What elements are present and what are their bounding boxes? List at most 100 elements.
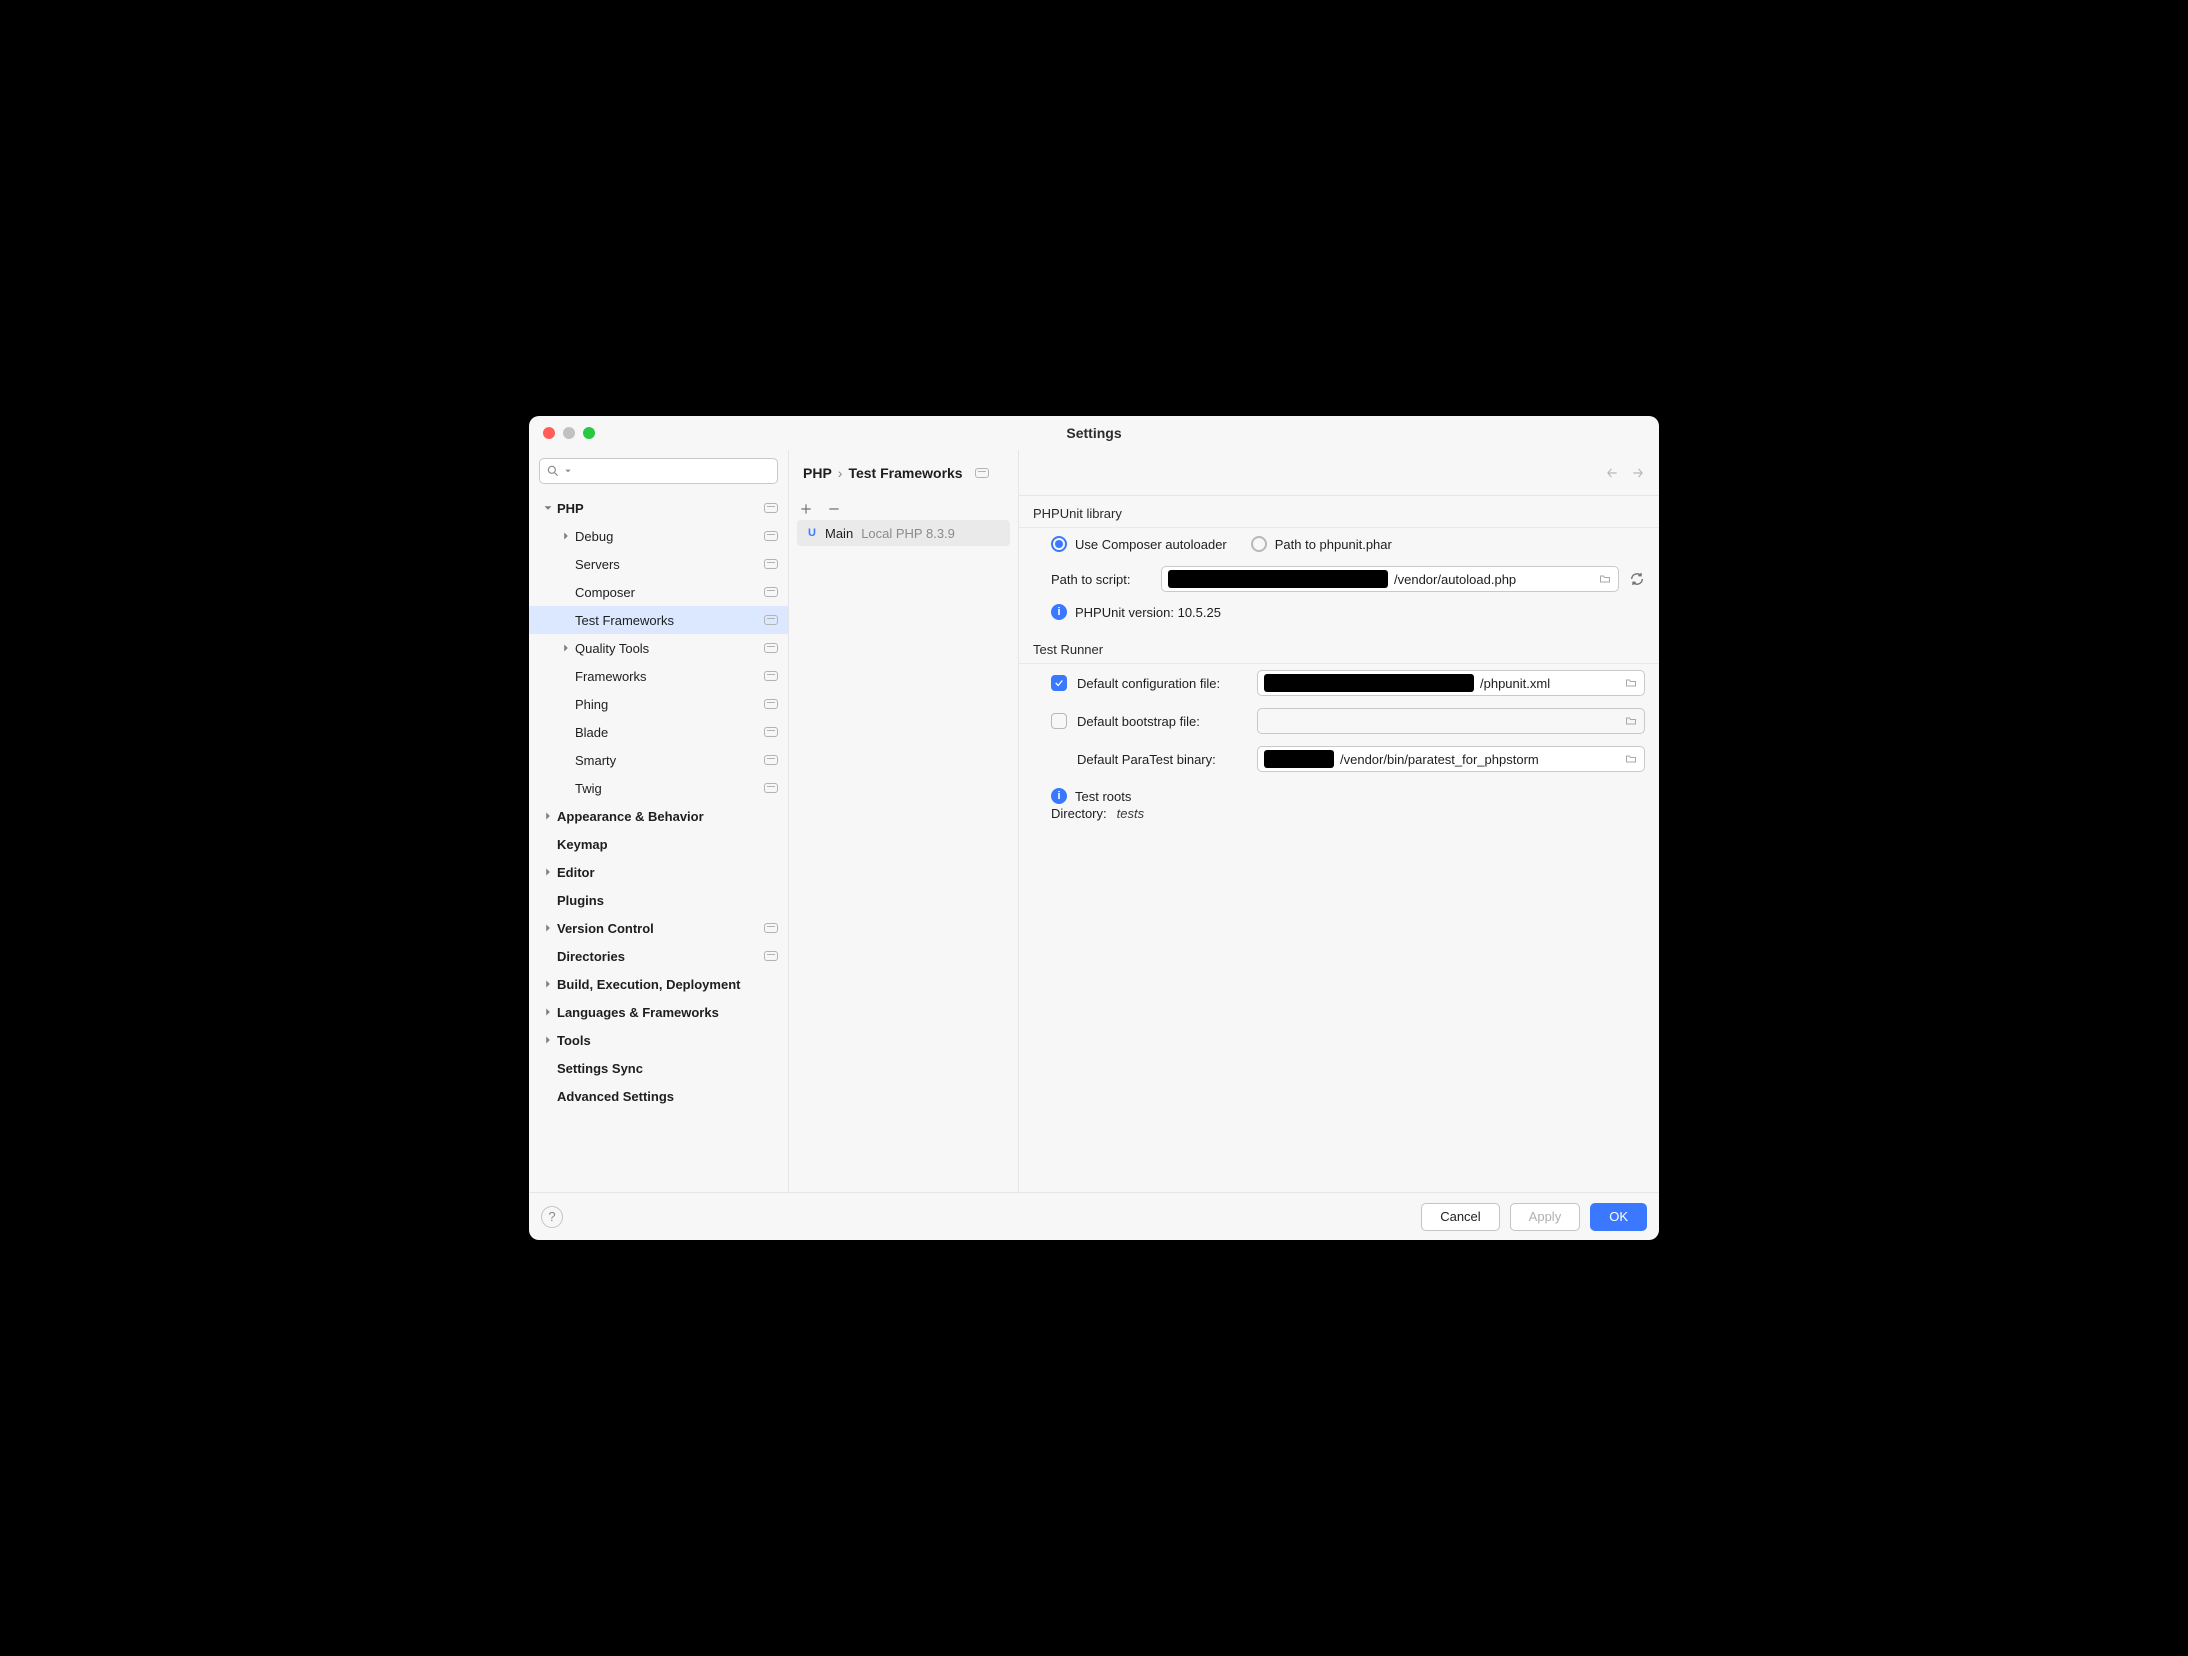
radio-composer-label: Use Composer autoloader <box>1075 537 1227 552</box>
project-badge-icon <box>764 951 778 961</box>
phpunit-icon: U <box>805 526 819 540</box>
add-icon[interactable] <box>799 502 813 516</box>
dialog-footer: ? Cancel Apply OK <box>529 1192 1659 1240</box>
window-title: Settings <box>529 425 1659 441</box>
default-bootstrap-input[interactable] <box>1257 708 1645 734</box>
sidebar-item-composer[interactable]: Composer <box>529 578 788 606</box>
project-badge-icon <box>764 923 778 933</box>
sidebar-item-label: Plugins <box>557 893 778 908</box>
settings-window: Settings PHP DebugServersComposer Test Fra… <box>529 416 1659 1240</box>
chevron-down-icon <box>541 501 555 515</box>
framework-list-item[interactable]: U Main Local PHP 8.3.9 <box>797 520 1010 546</box>
test-roots-dir-label: Directory: <box>1051 806 1107 821</box>
sidebar-item-php[interactable]: PHP <box>529 494 788 522</box>
framework-list: U Main Local PHP 8.3.9 <box>789 520 1018 546</box>
sidebar-item-appearance-behavior[interactable]: Appearance & Behavior <box>529 802 788 830</box>
sidebar-item-plugins[interactable]: Plugins <box>529 886 788 914</box>
project-badge-icon <box>975 465 989 481</box>
sidebar-item-debug[interactable]: Debug <box>529 522 788 550</box>
sidebar-item-servers[interactable]: Servers <box>529 550 788 578</box>
remove-icon[interactable] <box>827 502 841 516</box>
default-config-value: /phpunit.xml <box>1480 676 1614 691</box>
project-badge-icon <box>764 587 778 597</box>
close-icon[interactable] <box>543 427 555 439</box>
minimize-icon[interactable] <box>563 427 575 439</box>
sidebar-item-version-control[interactable]: Version Control <box>529 914 788 942</box>
framework-item-name: Main <box>825 526 853 541</box>
radio-composer-autoloader[interactable]: Use Composer autoloader <box>1051 536 1227 552</box>
sidebar-item-smarty[interactable]: Smarty <box>529 746 788 774</box>
sidebar-item-settings-sync[interactable]: Settings Sync <box>529 1054 788 1082</box>
cancel-button[interactable]: Cancel <box>1421 1203 1499 1231</box>
folder-icon[interactable] <box>1624 677 1638 689</box>
default-config-checkbox[interactable] <box>1051 675 1067 691</box>
path-to-script-input[interactable]: /vendor/autoload.php <box>1161 566 1619 592</box>
chevron-right-icon <box>541 921 555 935</box>
sidebar-item-frameworks[interactable]: Frameworks <box>529 662 788 690</box>
project-badge-icon <box>764 727 778 737</box>
sidebar-item-phing[interactable]: Phing <box>529 690 788 718</box>
folder-icon[interactable] <box>1598 573 1612 585</box>
info-icon: i <box>1051 788 1067 804</box>
sidebar-item-label: Version Control <box>557 921 764 936</box>
project-badge-icon <box>764 755 778 765</box>
project-badge-icon <box>764 531 778 541</box>
breadcrumb: PHP › Test Frameworks <box>789 450 1018 496</box>
path-to-script-label: Path to script: <box>1051 572 1151 587</box>
chevron-right-icon <box>559 641 573 655</box>
folder-icon[interactable] <box>1624 753 1638 765</box>
default-config-input[interactable]: /phpunit.xml <box>1257 670 1645 696</box>
sidebar-item-tools[interactable]: Tools <box>529 1026 788 1054</box>
sidebar-item-test-frameworks[interactable]: Test Frameworks <box>529 606 788 634</box>
sidebar-item-build-execution-deployment[interactable]: Build, Execution, Deployment <box>529 970 788 998</box>
sidebar-item-label: PHP <box>557 501 764 516</box>
titlebar: Settings <box>529 416 1659 450</box>
framework-item-detail: Local PHP 8.3.9 <box>861 526 955 541</box>
search-input[interactable] <box>539 458 778 484</box>
ok-button[interactable]: OK <box>1590 1203 1647 1231</box>
project-badge-icon <box>764 699 778 709</box>
detail-panel: PHPUnit library Use Composer autoloader … <box>1019 450 1659 1192</box>
help-button[interactable]: ? <box>541 1206 563 1228</box>
zoom-icon[interactable] <box>583 427 595 439</box>
radio-phar-label: Path to phpunit.phar <box>1275 537 1392 552</box>
forward-icon[interactable] <box>1631 466 1645 480</box>
framework-list-panel: PHP › Test Frameworks U Main Local PHP 8.3… <box>789 450 1019 1192</box>
chevron-right-icon <box>541 809 555 823</box>
sidebar-item-label: Twig <box>575 781 764 796</box>
chevron-right-icon <box>541 865 555 879</box>
chevron-right-icon <box>541 1005 555 1019</box>
sidebar-item-label: Test Frameworks <box>575 613 764 628</box>
sidebar-item-label: Tools <box>557 1033 778 1048</box>
settings-tree: PHP DebugServersComposer Test Frameworks Qu… <box>529 490 788 1192</box>
chevron-right-icon <box>541 977 555 991</box>
sidebar-item-directories[interactable]: Directories <box>529 942 788 970</box>
settings-sidebar: PHP DebugServersComposer Test Frameworks Qu… <box>529 450 789 1192</box>
sidebar-item-label: Advanced Settings <box>557 1089 778 1104</box>
chevron-down-icon <box>564 467 572 475</box>
folder-icon[interactable] <box>1624 715 1638 727</box>
sidebar-item-languages-frameworks[interactable]: Languages & Frameworks <box>529 998 788 1026</box>
sidebar-item-twig[interactable]: Twig <box>529 774 788 802</box>
paratest-input[interactable]: /vendor/bin/paratest_for_phpstorm <box>1257 746 1645 772</box>
sidebar-item-editor[interactable]: Editor <box>529 858 788 886</box>
radio-phpunit-phar[interactable]: Path to phpunit.phar <box>1251 536 1392 552</box>
default-bootstrap-checkbox[interactable] <box>1051 713 1067 729</box>
breadcrumb-sep: › <box>838 465 843 481</box>
search-icon <box>546 464 560 478</box>
back-icon[interactable] <box>1605 466 1619 480</box>
paratest-value: /vendor/bin/paratest_for_phpstorm <box>1340 752 1614 767</box>
sidebar-item-advanced-settings[interactable]: Advanced Settings <box>529 1082 788 1110</box>
sidebar-item-label: Settings Sync <box>557 1061 778 1076</box>
sidebar-item-quality-tools[interactable]: Quality Tools <box>529 634 788 662</box>
project-badge-icon <box>764 783 778 793</box>
apply-button[interactable]: Apply <box>1510 1203 1581 1231</box>
project-badge-icon <box>764 643 778 653</box>
sidebar-item-blade[interactable]: Blade <box>529 718 788 746</box>
test-roots-dir-value: tests <box>1117 806 1144 821</box>
sidebar-item-label: Languages & Frameworks <box>557 1005 778 1020</box>
test-runner-section-title: Test Runner <box>1019 632 1659 664</box>
sidebar-item-label: Keymap <box>557 837 778 852</box>
sidebar-item-keymap[interactable]: Keymap <box>529 830 788 858</box>
refresh-icon[interactable] <box>1629 571 1645 587</box>
